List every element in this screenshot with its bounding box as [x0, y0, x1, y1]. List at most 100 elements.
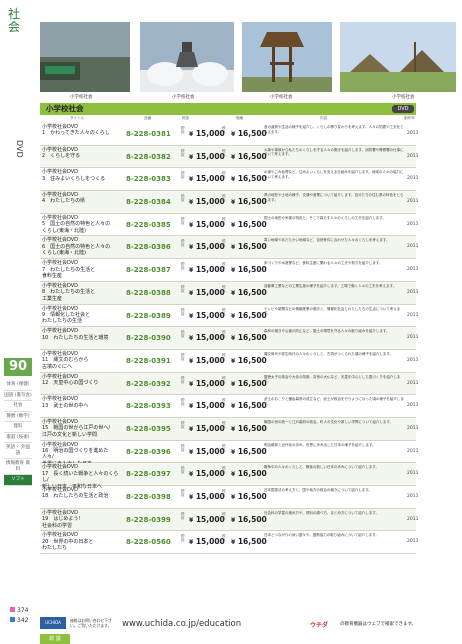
- row-title: 小学校社会DVD 4 わたしたちの県: [42, 192, 120, 205]
- row-description: 米づくりや水産業など、食料生産に関わる人々の工夫や努力を紹介します。: [264, 261, 383, 266]
- table-row: 小学校社会DVD 8 わたしたちの生活と 工業生産 8-228-0388 税抜 ¥ 15,…: [40, 281, 418, 305]
- row-title: 小学校社会DVD 3 住みよいくらしをつくる: [42, 169, 120, 182]
- row-code: 8-228-0393: [126, 402, 171, 411]
- row-code: 8-228-0387: [126, 266, 171, 275]
- row-year: 2011: [407, 494, 419, 499]
- row-subname: 社会科の学習: [42, 522, 73, 529]
- row-description: 県の地形や土地の様子、交通や産業について紹介します。自分たちの住む県の特色をとら…: [264, 193, 404, 202]
- row-tax-label: 税抜: [181, 194, 185, 203]
- row-subname: 古墳のくにへ: [42, 363, 73, 370]
- table-row: 小学校社会DVD 6 国土の自然の特色と人々の くらし(東海・北陸) 8-228-03…: [40, 236, 418, 260]
- row-tax-label-2: 税込: [222, 330, 226, 339]
- row-price-tax-excluded: ¥ 15,000: [189, 401, 225, 411]
- row-name: 3 住みよいくらしをつくる: [42, 175, 106, 182]
- row-code: 8-228-0399: [126, 515, 171, 524]
- footer: UCHIDA 価格はお問い合わせ下さい。ご覧いただけます。 www.uchida…: [40, 617, 456, 631]
- row-code: 8-228-0391: [126, 356, 171, 365]
- section-bar: [40, 103, 416, 115]
- side-nav-item[interactable]: 国語 (書写含): [4, 391, 32, 401]
- row-description: 水道やごみ処理など、住みよいくらしを支える仕組みを紹介します。地域の人々の協力に…: [264, 170, 404, 179]
- row-description: 戦国の世の統一と江戸幕府の政治、町人の文化や新しい学問について紹介します。: [264, 419, 394, 424]
- side-nav-item[interactable]: ソフト: [4, 475, 32, 486]
- row-tax-label-2: 税込: [222, 466, 226, 475]
- row-price-tax-excluded: ¥ 15,000: [189, 129, 225, 138]
- row-tax-label-2: 税込: [222, 262, 226, 271]
- row-year: 2011: [407, 425, 419, 431]
- row-title: 小学校社会DVD 9 情報化した社会と わたしたちの生活: [42, 306, 120, 325]
- row-description: 昔の道具や生活の様子を紹介し、くらしの移り変わりを考えます。人々の知恵や工夫をと…: [264, 125, 404, 134]
- row-code: 8-228-0392: [126, 379, 171, 388]
- side-nav-item[interactable]: 体育 (保健): [4, 380, 32, 391]
- row-description: 森林の働きや公害の防止など、国土の環境を守る人々の取り組みを紹介します。: [264, 329, 390, 334]
- row-code: 8-228-0385: [126, 220, 171, 229]
- row-tax-label: 税抜: [181, 171, 185, 180]
- row-year: 2011: [407, 357, 419, 363]
- row-code: 8-228-0381: [126, 130, 171, 138]
- side-nav-item[interactable]: 家庭 (技術): [4, 433, 32, 443]
- dvd-badge: DVD: [392, 105, 414, 113]
- row-subname: くらし(東海・北陸): [42, 227, 86, 234]
- row-price-tax-excluded: ¥ 15,000: [189, 151, 225, 161]
- bottom-tab[interactable]: 総 説: [40, 634, 70, 644]
- footer-url[interactable]: www.uchida.co.jp/education: [122, 619, 241, 629]
- row-code: 8-228-0383: [126, 175, 171, 184]
- row-subname: くらし(東海・北陸): [42, 250, 86, 257]
- row-tax-label: 税抜: [181, 352, 185, 361]
- row-price-tax-included: ¥ 16,500: [231, 310, 267, 320]
- table-header: タイトル 品番 税抜 価格 内容 制作年: [40, 116, 416, 122]
- side-category-text: DVD: [15, 140, 24, 158]
- row-price-tax-included: ¥ 16,500: [231, 401, 267, 411]
- row-price-tax-excluded: ¥ 15,000: [189, 537, 225, 547]
- side-nav-item[interactable]: 社会: [4, 401, 32, 412]
- row-tax-label-2: 税込: [222, 489, 226, 497]
- row-description: テレビや新聞などの情報産業の働きと、情報化社会とわたしたちの生活について考えます…: [264, 306, 401, 316]
- row-description: 武士のおこりと鎌倉幕府の成立など、武士が政治を行うようになった頃の様子を紹介しま…: [264, 397, 404, 406]
- table-row: 小学校社会DVD 13 武士の世の中へ 8-228-0393 税抜 ¥ 15,000 税込…: [40, 395, 418, 418]
- header-desc: 内容: [320, 116, 328, 120]
- page-number: 90: [4, 358, 32, 376]
- row-price-tax-excluded: ¥ 15,000: [189, 514, 225, 524]
- row-price-tax-included: ¥ 16,500: [231, 446, 267, 456]
- table-row: 小学校社会DVD 18 わたしたちの生活と政治 8-228-0398 税抜 ¥ 15,0…: [40, 486, 419, 509]
- row-tax-label: 税抜: [181, 466, 185, 475]
- row-year: 2011: [407, 267, 419, 273]
- side-title: 社会: [8, 8, 30, 34]
- side-nav-item[interactable]: 算数 (数学): [4, 412, 32, 422]
- row-price-tax-included: ¥ 16,500: [231, 242, 267, 252]
- row-tax-label: 税抜: [181, 307, 185, 316]
- side-nav-item[interactable]: 英語・ 外国語: [4, 443, 32, 459]
- side-nav-item[interactable]: 情報教育 資料: [4, 459, 32, 475]
- header-year: 制作年: [404, 116, 415, 120]
- photo-caption-3: 小学校社会: [270, 95, 293, 100]
- row-tax-label: 税抜: [181, 126, 185, 134]
- row-price-tax-included: ¥ 16,500: [231, 355, 267, 365]
- row-price-tax-included: ¥ 16,500: [231, 129, 267, 138]
- table-row: 小学校社会DVD 9 情報化した社会と わたしたちの生活 8-228-0389 税抜 ¥ …: [40, 305, 418, 328]
- row-description: 社会科の学習の進め方や、資料の調べ方、まとめ方について紹介します。: [264, 510, 379, 515]
- row-code: 8-228-0388: [126, 288, 171, 297]
- row-code: 8-228-0389: [126, 311, 171, 320]
- row-title: 小学校社会DVD 7 わたしたちの生活と 食料生産: [42, 260, 120, 279]
- row-tax-label-2: 税込: [222, 398, 226, 407]
- side-category: DVD: [15, 140, 29, 158]
- row-description: 火事や事故から私たちのくらしを守る人々の働きを紹介します。消防署や警察署の仕事に…: [264, 147, 404, 157]
- table-row: 小学校社会DVD 1 かわってきた人々のくらし 8-228-0381 税抜 ¥ 15,0…: [40, 123, 418, 146]
- section-title: 小学校社会: [46, 104, 84, 113]
- header-title: タイトル: [70, 116, 85, 120]
- side-nav-item[interactable]: 理科: [4, 422, 32, 433]
- row-price-tax-excluded: ¥ 15,000: [189, 492, 225, 501]
- photo-2: [140, 22, 234, 92]
- row-year: 2011: [407, 539, 419, 545]
- photo-3: [242, 22, 332, 92]
- row-year: 2011: [407, 335, 419, 341]
- row-name: 18 わたしたちの生活と政治: [42, 493, 109, 500]
- row-year: 2011: [407, 471, 419, 477]
- row-year: 2011: [407, 153, 419, 159]
- row-code: 8-228-0390: [126, 334, 171, 343]
- row-tax-label: 税抜: [181, 262, 185, 271]
- row-price-tax-excluded: ¥ 15,000: [189, 242, 225, 252]
- row-subname: 食料生産: [42, 272, 63, 279]
- row-price-tax-included: ¥ 16,500: [231, 265, 267, 275]
- photo-strip: 小学校社会 小学校社会 小学校社会 小学校社会: [40, 22, 456, 102]
- row-tax-label-2: 税込: [222, 420, 226, 429]
